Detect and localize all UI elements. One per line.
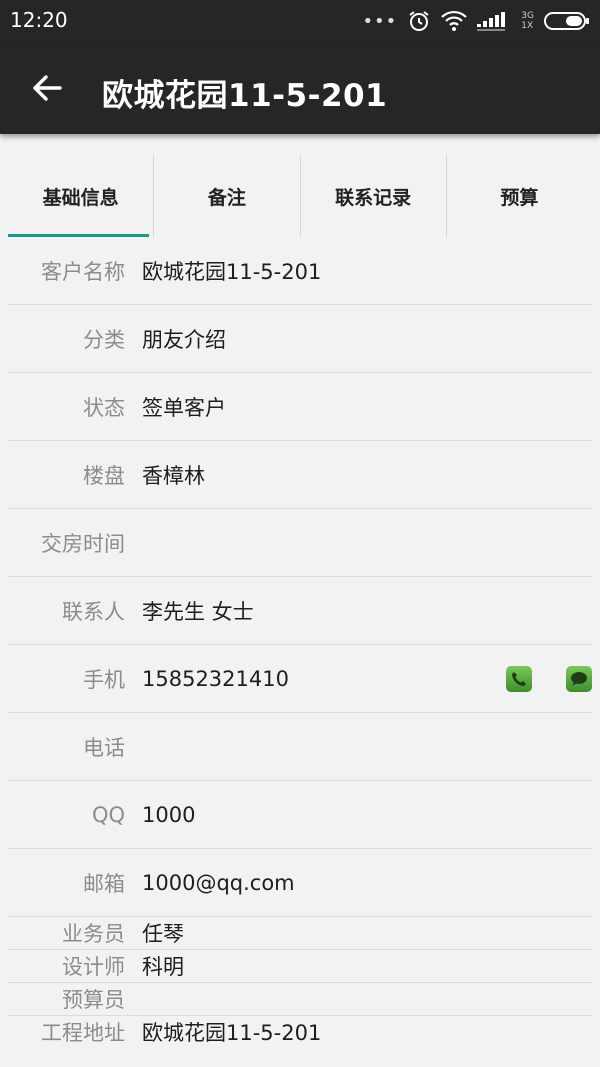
network-type-bottom: 1X (521, 21, 534, 31)
field-label: 楼盘 (83, 463, 125, 488)
network-type: 3G 1X (521, 11, 534, 31)
field-label: 电话 (83, 735, 125, 760)
field-value: 15852321410 (142, 666, 289, 691)
field-row-budget-officer: 预算员 (8, 983, 592, 1016)
field-value: 朋友介绍 (142, 327, 226, 352)
field-row-handover-time: 交房时间 (8, 509, 592, 577)
field-row-qq: QQ 1000 (8, 781, 592, 849)
field-row-contact: 联系人 李先生 女士 (8, 577, 592, 645)
field-value: 科明 (142, 955, 184, 979)
field-value: 李先生 女士 (142, 599, 254, 624)
customer-detail-list: 客户名称 欧城花园11-5-201 分类 朋友介绍 状态 签单客户 楼盘 香樟林… (8, 237, 592, 1048)
arrow-left-icon (33, 75, 62, 101)
field-row-category: 分类 朋友介绍 (8, 305, 592, 373)
field-value: 香樟林 (142, 463, 205, 488)
tab-notes[interactable]: 备注 (153, 155, 299, 237)
field-row-customer-name: 客户名称 欧城花园11-5-201 (8, 237, 592, 305)
field-label: 状态 (83, 395, 125, 420)
field-row-project-address: 工程地址 欧城花园11-5-201 (8, 1016, 592, 1048)
field-label: 交房时间 (41, 531, 125, 556)
page-title: 欧城花园11-5-201 (102, 78, 388, 114)
call-button[interactable] (506, 665, 532, 692)
field-row-designer: 设计师 科明 (8, 950, 592, 983)
tab-contact-records[interactable]: 联系记录 (299, 155, 446, 237)
more-dots-icon: ••• (362, 10, 398, 32)
sms-button[interactable] (566, 665, 592, 692)
status-time: 12:20 (10, 8, 68, 32)
field-label: 邮箱 (83, 871, 125, 896)
field-row-property: 楼盘 香樟林 (8, 441, 592, 509)
field-value: 欧城花园11-5-201 (142, 1021, 322, 1045)
field-value: 欧城花园11-5-201 (142, 259, 322, 284)
field-value: 1000 (142, 802, 196, 827)
field-label: QQ (91, 802, 125, 827)
field-label: 业务员 (62, 922, 125, 946)
app-bar: 欧城花园11-5-201 (0, 42, 600, 134)
battery-icon (544, 12, 589, 30)
signal-icon (477, 12, 506, 31)
field-value: 签单客户 (142, 395, 226, 420)
field-row-telephone: 电话 (8, 713, 592, 781)
field-row-salesperson: 业务员 任琴 (8, 917, 592, 950)
field-label: 工程地址 (41, 1021, 125, 1045)
status-bar: 12:20 ••• 3G 1X (0, 0, 600, 42)
tab-budget[interactable]: 预算 (445, 155, 592, 237)
network-type-top: 3G (521, 11, 534, 21)
message-icon (571, 671, 587, 686)
status-icons: ••• 3G 1X (362, 6, 590, 36)
field-label: 手机 (83, 667, 125, 692)
wifi-icon (441, 10, 468, 31)
field-label: 客户名称 (41, 259, 125, 284)
tab-basic-info[interactable]: 基础信息 (8, 155, 153, 237)
phone-icon (512, 671, 526, 686)
field-label: 设计师 (62, 955, 125, 979)
field-row-mobile: 手机 15852321410 (8, 645, 592, 713)
field-row-status: 状态 签单客户 (8, 373, 592, 441)
field-row-email: 邮箱 1000@qq.com (8, 849, 592, 917)
tab-bar: 基础信息 备注 联系记录 预算 (8, 155, 592, 237)
back-button[interactable] (22, 70, 72, 106)
mobile-actions (506, 665, 592, 692)
field-label: 预算员 (62, 988, 125, 1012)
field-value: 1000@qq.com (142, 870, 295, 895)
alarm-icon (409, 11, 429, 31)
field-label: 分类 (83, 327, 125, 352)
field-value: 任琴 (142, 922, 184, 946)
field-label: 联系人 (62, 599, 125, 624)
